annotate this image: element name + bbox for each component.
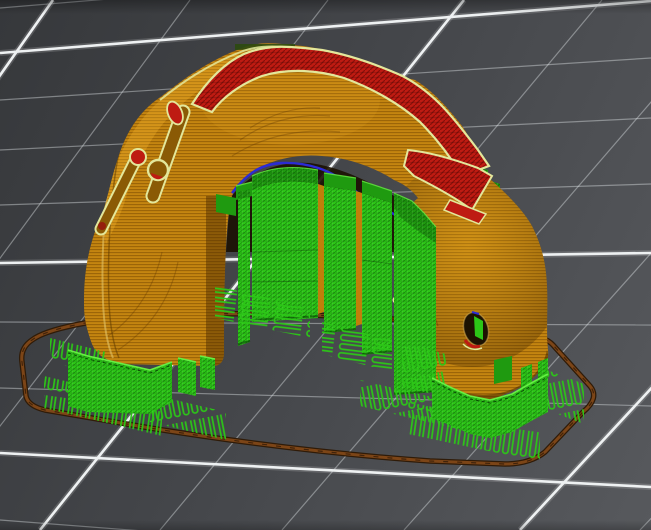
sliced-model-scene	[0, 0, 651, 530]
slot-a-red-head	[130, 149, 146, 165]
leg-inner-shadow	[206, 196, 226, 366]
slot-a-red-tail	[98, 222, 106, 230]
pad-step-block	[494, 356, 512, 384]
viewport-3d[interactable]	[0, 0, 651, 530]
